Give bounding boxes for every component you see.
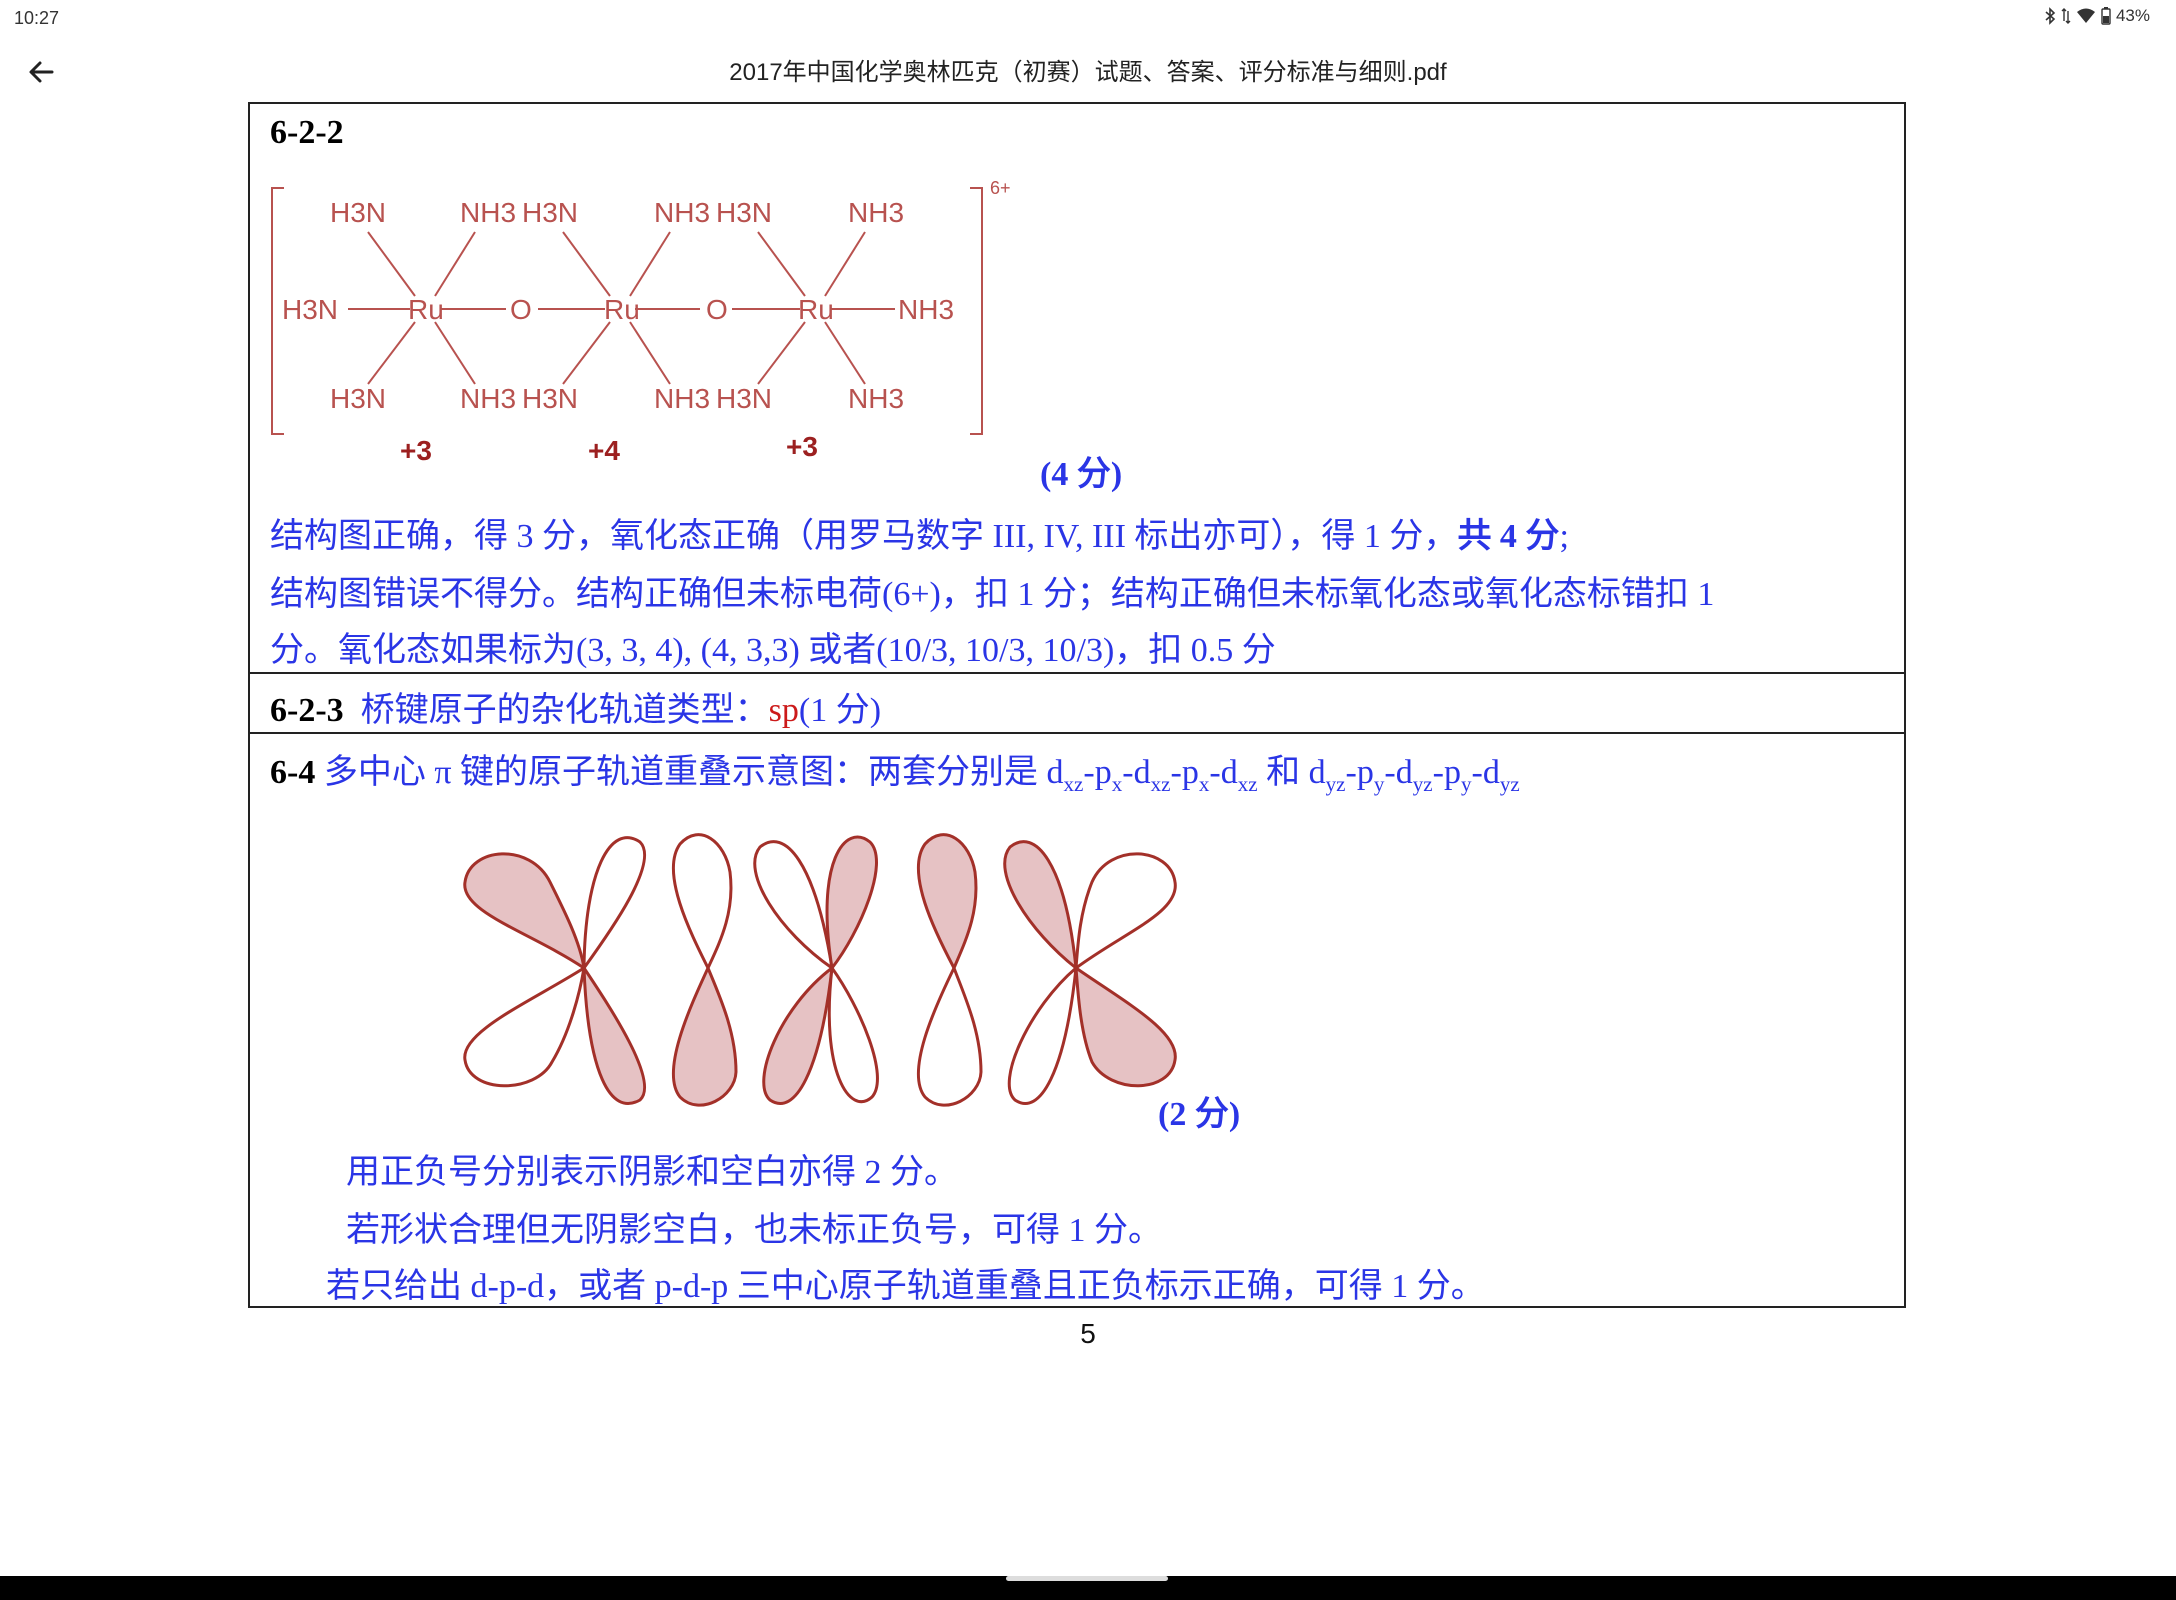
- score-1: (1 分): [798, 692, 882, 729]
- ligand-top-6: NH3: [848, 197, 904, 228]
- ligand-bottom-6: NH3: [848, 383, 904, 414]
- ligand-bottom-2: NH3: [460, 383, 516, 414]
- oxidation-state-3: +3: [786, 431, 818, 462]
- orbital-lobe: [1003, 840, 1078, 970]
- hybrid-answer: sp: [768, 692, 799, 729]
- orbital-lobe: [827, 966, 879, 1104]
- orbital-lobe: [1074, 966, 1177, 1088]
- battery-icon: [2101, 7, 2111, 25]
- ligand-bottom-5: H3N: [716, 383, 772, 414]
- ru-complex-structure: 6+ H3N NH3 H3N NH3 H3N NH3 H3N Ru O Ru O…: [271, 178, 1011, 462]
- ru-atom-1: Ru: [408, 294, 444, 325]
- ligand-top-4: NH3: [654, 197, 710, 228]
- orbital-lobe: [916, 966, 983, 1107]
- note-line-3: 分。氧化态如果标为(3, 3, 4), (4, 3,3) 或者(10/3, 10…: [270, 632, 1276, 669]
- score-4: (4 分): [1040, 456, 1123, 493]
- ligand-bottom-1: H3N: [330, 383, 386, 414]
- document-title: 2017年中国化学奥林匹克（初赛）试题、答案、评分标准与细则.pdf: [729, 59, 1447, 86]
- section-heading: 6-4: [270, 754, 316, 791]
- ligand-top-1: H3N: [330, 197, 386, 228]
- section-heading: 6-2-3: [270, 692, 344, 729]
- orbital-lobe: [753, 840, 834, 970]
- sp-line: 6-2-3 桥键原子的杂化轨道类型：sp(1 分): [270, 682, 881, 731]
- oxidation-state-1: +3: [400, 435, 432, 462]
- orbital-note-2: 若形状合理但无阴影空白，也未标正负号，可得 1 分。: [346, 1212, 1162, 1249]
- wifi-icon: [2076, 8, 2096, 24]
- orbital-lobe: [916, 833, 978, 970]
- note-line-1: 结构图正确，得 3 分，氧化态正确（用罗马数字 III, IV, III 标出亦…: [270, 508, 1569, 557]
- total-4-points: 共 4 分: [1457, 518, 1560, 555]
- orbital-question: 多中心 π 键的原子轨道重叠示意图：两套分别是: [323, 754, 1038, 791]
- score-2: (2 分): [1158, 1096, 1241, 1133]
- orbital-overlap-diagram: [463, 833, 1177, 1107]
- o-atom-2: O: [706, 294, 728, 325]
- orbital-lobe: [671, 833, 733, 970]
- ligand-top-2: NH3: [460, 197, 516, 228]
- answer-table: 6-2-2 6+ H3N NH3 H3N NH3 H3N NH3 H3N Ru …: [248, 102, 1906, 1308]
- orbital-set-1: dxz-px-dxz-px-dxz: [1046, 754, 1258, 796]
- status-bar: 10:27 43%: [0, 0, 2176, 40]
- note-line-1-text: 结构图正确，得 3 分，氧化态正确（用罗马数字 III, IV, III 标出亦…: [270, 518, 1458, 555]
- section-heading: 6-2-2: [270, 114, 344, 151]
- orbital-line: 6-4 多中心 π 键的原子轨道重叠示意图：两套分别是 dxz-px-dxz-p…: [270, 744, 1520, 797]
- hybrid-question: 桥键原子的杂化轨道类型：: [360, 692, 769, 729]
- orbital-lobe: [825, 835, 878, 970]
- ligand-left: H3N: [282, 294, 338, 325]
- ligand-bottom-3: H3N: [522, 383, 578, 414]
- ligand-bottom-4: NH3: [654, 383, 710, 414]
- orbital-lobe: [671, 966, 738, 1107]
- app-bar: 2017年中国化学奥林匹克（初赛）试题、答案、评分标准与细则.pdf: [0, 40, 2176, 102]
- orbital-lobe: [1007, 966, 1078, 1105]
- oxidation-state-2: +4: [588, 435, 620, 462]
- status-icons: 43%: [2044, 6, 2150, 26]
- page-number: 5: [1080, 1318, 1096, 1349]
- section-6-2-2: 6-2-2 6+ H3N NH3 H3N NH3 H3N NH3 H3N Ru …: [250, 104, 1904, 672]
- orbital-lobe: [463, 966, 586, 1088]
- section-6-4: 6-4 多中心 π 键的原子轨道重叠示意图：两套分别是 dxz-px-dxz-p…: [250, 732, 1904, 1306]
- and-word: 和: [1266, 754, 1301, 791]
- orbital-lobe: [582, 966, 647, 1105]
- note-line-2: 结构图错误不得分。结构正确但未标电荷(6+)，扣 1 分；结构正确但未标氧化态或…: [270, 576, 1715, 613]
- bluetooth-icon: [2044, 7, 2056, 25]
- ru-atom-3: Ru: [798, 294, 834, 325]
- orbital-lobe: [463, 852, 586, 970]
- orbital-lobe: [1074, 852, 1177, 970]
- o-atom-1: O: [510, 294, 532, 325]
- charge-label: 6+: [990, 178, 1011, 198]
- ligand-right: NH3: [898, 294, 954, 325]
- orbital-lobe: [762, 966, 834, 1105]
- ligand-top-3: H3N: [522, 197, 578, 228]
- status-time: 10:27: [14, 8, 60, 28]
- note-line-1-end: ;: [1559, 518, 1569, 555]
- battery-percent: 43%: [2115, 6, 2150, 25]
- ru-atom-2: Ru: [604, 294, 640, 325]
- section-6-2-3: 6-2-3 桥键原子的杂化轨道类型：sp(1 分): [250, 672, 1904, 732]
- orbital-note-1: 用正负号分别表示阴影和空白亦得 2 分。: [346, 1154, 958, 1191]
- orbital-note-3: 若只给出 d-p-d，或者 p-d-p 三中心原子轨道重叠且正负标示正确，可得 …: [326, 1268, 1485, 1305]
- data-arrows-icon: [2061, 7, 2071, 25]
- home-gesture-pill[interactable]: [1006, 1576, 1168, 1581]
- pdf-page[interactable]: 6-2-2 6+ H3N NH3 H3N NH3 H3N NH3 H3N Ru …: [248, 102, 1906, 1308]
- orbital-set-2: dyz-py-dyz-py-dyz: [1308, 754, 1520, 796]
- ligand-top-5: H3N: [716, 197, 772, 228]
- orbital-lobe: [582, 836, 647, 970]
